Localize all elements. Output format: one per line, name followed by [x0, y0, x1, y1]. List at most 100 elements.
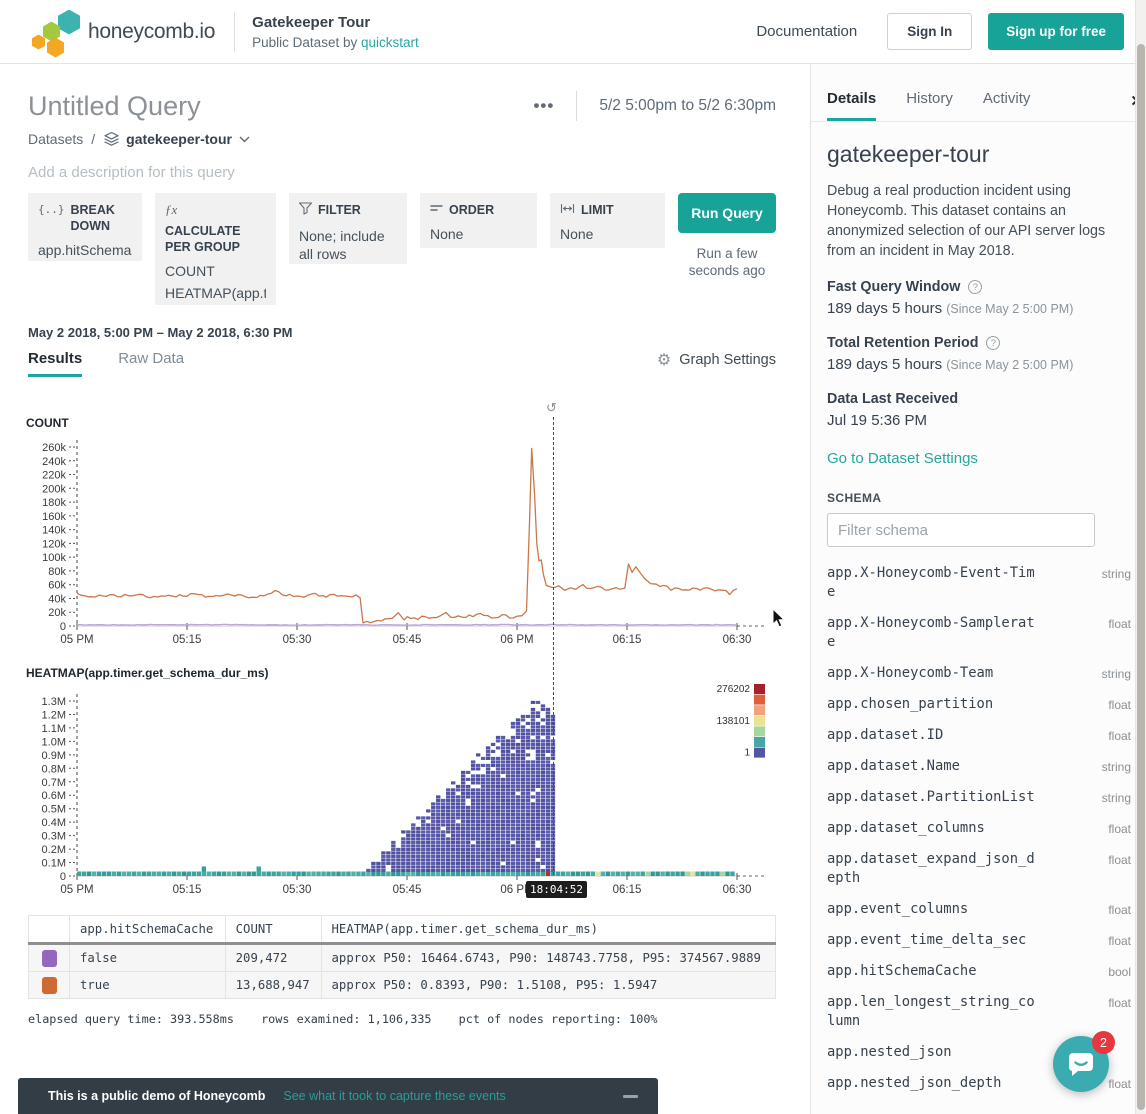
sign-up-button[interactable]: Sign up for free — [988, 13, 1124, 50]
help-icon[interactable]: ? — [968, 280, 982, 294]
banner-link[interactable]: See what it took to capture these events — [283, 1089, 505, 1103]
results-table-header-row: app.hitSchemaCacheCOUNTHEATMAP(app.timer… — [29, 916, 776, 944]
table-row[interactable]: false209,472approx P50: 16464.6743, P90:… — [29, 944, 776, 972]
svg-text:140k: 140k — [42, 525, 66, 537]
crosshair-time-tooltip: 18:04:52 — [526, 881, 587, 898]
results-table: app.hitSchemaCacheCOUNTHEATMAP(app.timer… — [28, 915, 776, 999]
order-block[interactable]: ORDER None — [420, 193, 537, 248]
svg-text:0: 0 — [60, 871, 66, 883]
schema-row[interactable]: app.chosen_partitionfloat — [827, 695, 1131, 714]
schema-column-type: string — [1102, 788, 1131, 807]
tab-details[interactable]: Details — [827, 90, 876, 121]
time-range-picker[interactable]: 5/2 5:00pm to 5/2 6:30pm — [599, 97, 776, 115]
documentation-link[interactable]: Documentation — [756, 23, 857, 40]
schema-row[interactable]: app.dataset_columnsfloat — [827, 819, 1131, 838]
graph-settings-button[interactable]: ⚙ Graph Settings — [657, 350, 776, 377]
crosshair-line[interactable] — [553, 417, 554, 875]
schema-row[interactable]: app.X-Honeycomb-Teamstring — [827, 664, 1131, 683]
svg-text:06:15: 06:15 — [613, 884, 642, 896]
tab-history[interactable]: History — [906, 90, 953, 121]
calculate-block[interactable]: ƒx CALCULATE PER GROUP COUNT HEATMAP(app… — [155, 193, 276, 305]
crosshair-handle-icon[interactable]: ↺ — [546, 401, 557, 414]
banner-text: This is a public demo of Honeycomb — [48, 1089, 265, 1103]
table-cell: false — [70, 944, 226, 972]
svg-text:05:15: 05:15 — [173, 884, 202, 896]
schema-column-name: app.dataset.Name — [827, 757, 1035, 776]
break-down-block[interactable]: {..}BREAK DOWN app.hitSchemaCache — [28, 193, 142, 261]
dataset-icon — [103, 131, 120, 147]
svg-text:05:45: 05:45 — [393, 884, 422, 896]
schema-row[interactable]: app.len_longest_string_columnfloat — [827, 993, 1131, 1031]
schema-column-type: float — [1108, 850, 1131, 888]
limit-icon — [560, 202, 575, 218]
svg-text:0.7M: 0.7M — [42, 777, 66, 789]
schema-row[interactable]: app.X-Honeycomb-Event-Timestring — [827, 564, 1131, 602]
table-cell: 209,472 — [225, 944, 321, 972]
minimize-icon[interactable] — [623, 1095, 638, 1098]
table-row[interactable]: true13,688,947approx P50: 0.8393, P90: 1… — [29, 972, 776, 999]
details-sidebar: Details History Activity ✕ gatekeeper-to… — [810, 64, 1146, 1114]
run-query-button[interactable]: Run Query — [678, 193, 776, 233]
page-scrollbar-thumb[interactable] — [1137, 44, 1145, 1110]
schema-row[interactable]: app.X-Honeycomb-Sampleratefloat — [827, 614, 1131, 652]
schema-row[interactable]: app.event_columnsfloat — [827, 900, 1131, 919]
breadcrumb-dataset[interactable]: gatekeeper-tour — [126, 131, 232, 147]
sidebar-tabs: Details History Activity ✕ — [811, 64, 1146, 121]
svg-text:05 PM: 05 PM — [60, 884, 93, 896]
help-icon[interactable]: ? — [986, 336, 1000, 350]
sign-in-button[interactable]: Sign In — [887, 13, 972, 50]
logo-text: honeycomb.io — [88, 20, 215, 44]
quickstart-link[interactable]: quickstart — [361, 35, 419, 50]
schema-row[interactable]: app.dataset.Namestring — [827, 757, 1131, 776]
tab-raw-data[interactable]: Raw Data — [118, 350, 184, 377]
query-builder: {..}BREAK DOWN app.hitSchemaCache ƒx CAL… — [28, 193, 776, 305]
svg-text:1.2M: 1.2M — [42, 709, 66, 721]
svg-text:06:30: 06:30 — [723, 884, 752, 896]
page-scrollbar[interactable] — [1135, 0, 1146, 1114]
header-divider — [234, 12, 235, 52]
schema-column-name: app.nested_json_depth — [827, 1074, 1035, 1093]
query-title[interactable]: Untitled Query — [28, 90, 201, 122]
schema-row[interactable]: app.dataset.PartitionList string — [827, 788, 1131, 807]
retention-period-field: Total Retention Period? 189 days 5 hours… — [827, 335, 1131, 373]
schema-row[interactable]: app.dataset_expand_json_depthfloat — [827, 850, 1131, 888]
tab-activity[interactable]: Activity — [983, 90, 1031, 121]
heatmap-chart[interactable]: 00.1M0.2M0.3M0.4M0.5M0.6M0.7M0.8M0.9M1.0… — [28, 679, 776, 901]
schema-row[interactable]: app.hitSchemaCachebool — [827, 962, 1131, 981]
svg-text:120k: 120k — [42, 538, 66, 550]
sidebar-body: gatekeeper-tour Debug a real production … — [811, 122, 1146, 1093]
svg-text:05:30: 05:30 — [283, 884, 312, 896]
schema-column-name: app.dataset.PartitionList — [827, 788, 1035, 807]
svg-text:0.1M: 0.1M — [42, 858, 66, 870]
svg-text:0.3M: 0.3M — [42, 831, 66, 843]
chevron-down-icon[interactable] — [239, 136, 250, 143]
data-last-received-field: Data Last Received Jul 19 5:36 PM — [827, 391, 1131, 429]
tab-results[interactable]: Results — [28, 350, 82, 377]
limit-block[interactable]: LIMIT None — [550, 193, 665, 248]
honeycomb-logo-icon — [30, 9, 86, 55]
schema-section-label: SCHEMA — [827, 491, 1131, 505]
svg-text:100k: 100k — [42, 552, 66, 564]
svg-text:1.1M: 1.1M — [42, 723, 66, 735]
query-menu-icon[interactable]: ••• — [533, 96, 554, 116]
chat-notification-badge[interactable]: 2 — [1092, 1031, 1115, 1054]
svg-text:40k: 40k — [48, 593, 66, 605]
schema-column-type: string — [1102, 564, 1131, 602]
schema-column-type: float — [1108, 614, 1131, 652]
dataset-settings-link[interactable]: Go to Dataset Settings — [827, 450, 1131, 467]
schema-column-name: app.chosen_partition — [827, 695, 1035, 714]
filter-schema-input[interactable] — [827, 513, 1095, 547]
honeycomb-logo[interactable]: honeycomb.io — [30, 9, 215, 55]
filter-block[interactable]: FILTER None; include all rows — [289, 193, 407, 264]
schema-column-type: float — [1108, 900, 1131, 919]
query-description-field[interactable]: Add a description for this query — [28, 164, 776, 181]
demo-banner: This is a public demo of Honeycomb See w… — [18, 1078, 658, 1114]
schema-column-type: float — [1108, 1074, 1131, 1093]
breadcrumb-datasets[interactable]: Datasets — [28, 131, 83, 147]
schema-column-type: float — [1108, 819, 1131, 838]
svg-text:160k: 160k — [42, 511, 66, 523]
count-line-chart[interactable]: 020k40k60k80k100k120k140k160k180k200k220… — [28, 425, 776, 653]
schema-row[interactable]: app.event_time_delta_secfloat — [827, 931, 1131, 950]
elapsed-time: elapsed query time: 393.558ms — [28, 1012, 234, 1026]
schema-row[interactable]: app.dataset.IDfloat — [827, 726, 1131, 745]
